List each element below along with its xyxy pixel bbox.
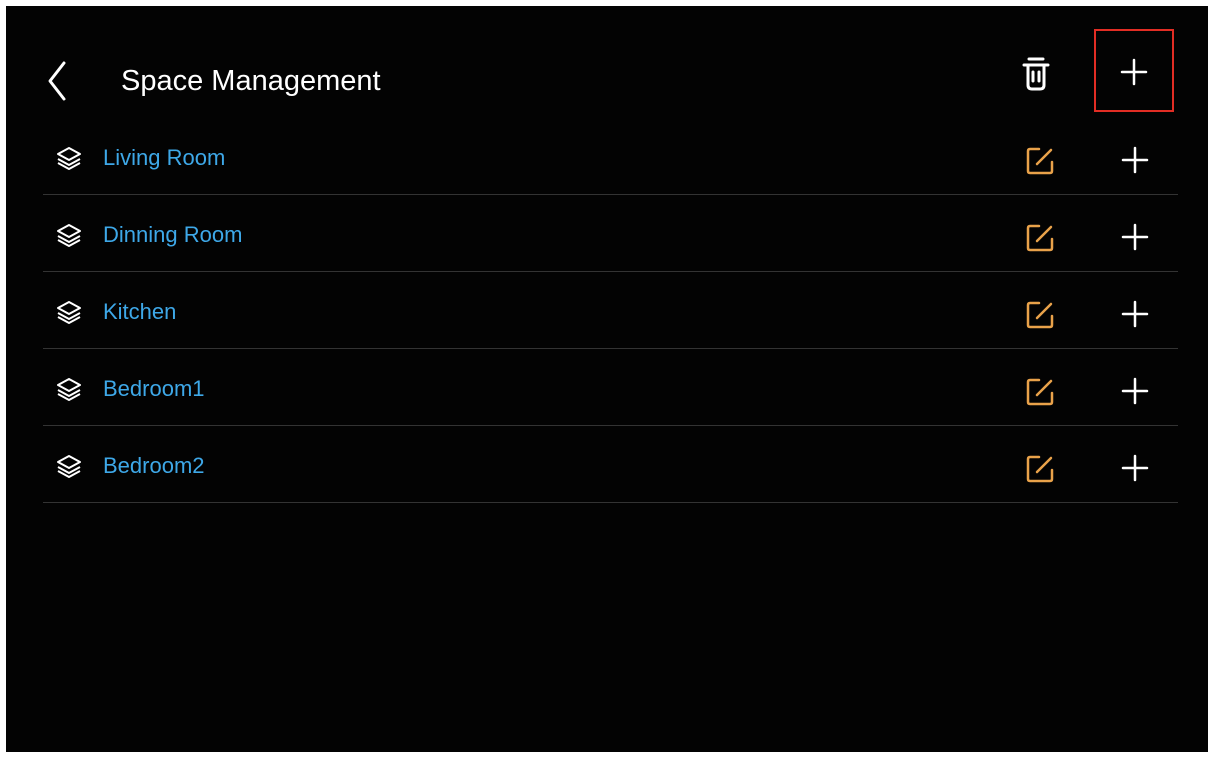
room-list: Living Room Dinning Room Kitchen Bedroom… (43, 118, 1178, 503)
layers-icon (57, 224, 81, 247)
edit-icon[interactable] (1025, 377, 1055, 407)
layers-icon (57, 301, 81, 324)
layers-icon (57, 378, 81, 401)
trash-icon (1022, 57, 1050, 91)
room-name-living-room[interactable]: Living Room (103, 144, 225, 172)
list-item: Living Room (43, 118, 1178, 195)
plus-icon[interactable] (1121, 300, 1149, 328)
list-item: Kitchen (43, 272, 1178, 349)
chevron-left-icon (48, 61, 66, 101)
layers-icon (57, 147, 81, 170)
edit-icon[interactable] (1025, 223, 1055, 253)
edit-icon[interactable] (1025, 300, 1055, 330)
list-item: Dinning Room (43, 195, 1178, 272)
space-management-screen: Space Management Living Room Dinning Roo… (6, 6, 1208, 752)
room-name-bedroom1[interactable]: Bedroom1 (103, 375, 205, 403)
delete-button[interactable] (1012, 50, 1060, 98)
plus-icon (1120, 58, 1148, 86)
add-space-button[interactable] (1094, 29, 1174, 112)
list-item: Bedroom2 (43, 426, 1178, 503)
plus-icon[interactable] (1121, 223, 1149, 251)
header: Space Management (6, 6, 1208, 126)
back-button[interactable] (40, 55, 76, 107)
plus-icon[interactable] (1121, 146, 1149, 174)
edit-icon[interactable] (1025, 146, 1055, 176)
plus-icon[interactable] (1121, 454, 1149, 482)
edit-icon[interactable] (1025, 454, 1055, 484)
layers-icon (57, 455, 81, 478)
plus-icon[interactable] (1121, 377, 1149, 405)
room-name-dinning-room[interactable]: Dinning Room (103, 221, 242, 249)
list-item: Bedroom1 (43, 349, 1178, 426)
room-name-bedroom2[interactable]: Bedroom2 (103, 452, 205, 480)
room-name-kitchen[interactable]: Kitchen (103, 298, 176, 326)
page-title: Space Management (121, 65, 381, 97)
